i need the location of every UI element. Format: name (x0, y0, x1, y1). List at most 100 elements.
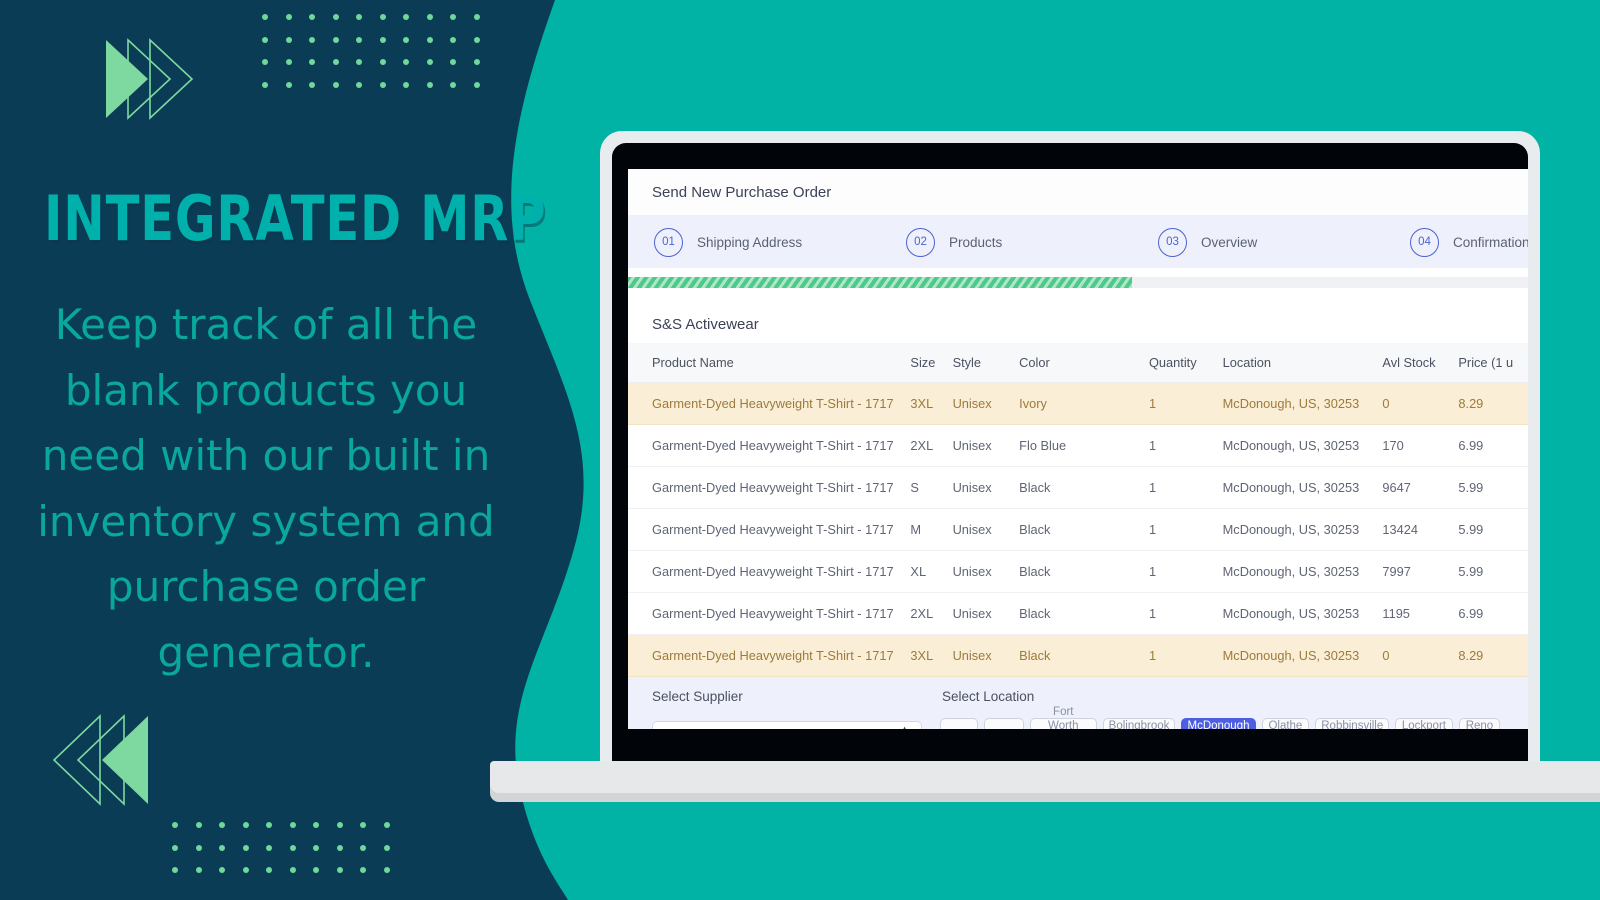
grid-dot (309, 59, 315, 65)
location-button[interactable]: Robbinsville965 (1315, 718, 1390, 729)
step-confirmation[interactable]: 04 Confirmation (1410, 227, 1528, 257)
promo-headline: Integrated MRP (44, 182, 547, 255)
location-button-group: 0 1006 Fort Worth1796 Bolingbrook0 McDonough… (940, 706, 1501, 729)
grid-dot (195, 844, 202, 851)
change-link[interactable]: Change (1522, 729, 1528, 730)
cell-size: XL (904, 550, 947, 593)
col-product-name: Product Name (628, 343, 905, 383)
grid-dot (450, 36, 456, 43)
location-button[interactable]: Fort Worth1796 (1029, 706, 1097, 729)
cell-price: 5.99 (1452, 550, 1528, 593)
cell-product-name: Garment-Dyed Heavyweight T-Shirt - 1717 (628, 382, 905, 425)
cell-style: Unisex (946, 634, 1014, 677)
grid-dot (289, 844, 296, 851)
table-row[interactable]: Garment-Dyed Heavyweight T-Shirt - 1717 2… (628, 424, 1528, 467)
cell-color: Black (1013, 508, 1143, 551)
cell-style: Unisex (946, 466, 1014, 509)
grid-dot (313, 822, 319, 828)
location-name: Olathe (1268, 720, 1303, 729)
grid-dot (242, 822, 249, 828)
selection-footer: Select Supplier Select Location S&S Acti… (628, 677, 1528, 729)
location-button[interactable]: Lockport0 (1395, 718, 1453, 729)
cell-quantity: 1 (1142, 382, 1217, 425)
grid-dot (473, 81, 480, 88)
grid-dot (309, 14, 315, 20)
table-header: Product Name Size Style Color Quantity L… (628, 343, 1528, 383)
grid-dot (379, 59, 386, 65)
grid-dot (403, 36, 409, 43)
location-button[interactable]: McDonough0 (1181, 718, 1256, 729)
grid-dot (262, 59, 268, 65)
location-button[interactable]: Olathe248 (1261, 718, 1310, 729)
wizard-stepper: 01 Shipping Address 02 Products 03 Overv… (628, 216, 1528, 268)
col-size: Size (904, 343, 947, 383)
cell-location: McDonough, US, 30253 (1216, 634, 1377, 677)
cell-size: M (904, 508, 947, 551)
table-row[interactable]: Garment-Dyed Heavyweight T-Shirt - 1717 M… (628, 508, 1528, 551)
progress-bar-wrapper (628, 268, 1528, 296)
location-button[interactable]: 0 (940, 718, 978, 729)
table-row[interactable]: Garment-Dyed Heavyweight T-Shirt - 1717 X… (628, 550, 1528, 593)
cell-product-name: Garment-Dyed Heavyweight T-Shirt - 1717 (628, 466, 905, 509)
cell-avl-stock: 1195 (1376, 592, 1453, 635)
cell-color: Black (1013, 466, 1143, 509)
laptop-base (490, 761, 1600, 793)
grid-dot (336, 822, 343, 828)
cell-color: Ivory (1013, 382, 1143, 425)
cell-color: Black (1013, 592, 1143, 635)
step-products[interactable]: 02 Products (906, 227, 1158, 257)
table-row[interactable]: Garment-Dyed Heavyweight T-Shirt - 1717 3… (628, 382, 1528, 425)
cell-style: Unisex (946, 550, 1014, 593)
location-button[interactable]: Reno1427 (1458, 718, 1501, 729)
grid-dot (266, 844, 272, 851)
grid-dot (450, 81, 456, 88)
grid-dot (473, 36, 480, 43)
grid-dot (219, 822, 225, 828)
cell-size: 3XL (904, 634, 947, 677)
footer-controls: S&S Activewear ▲▼ 0 1006 Fort Worth1796 Bol… (628, 706, 1528, 730)
location-name: Reno (1465, 720, 1494, 729)
cell-price: 6.99 (1452, 592, 1528, 635)
cell-avl-stock: 9647 (1376, 466, 1453, 509)
cell-size: 2XL (904, 424, 947, 467)
location-button[interactable]: 1006 (984, 718, 1024, 729)
step-overview[interactable]: 03 Overview (1158, 227, 1410, 257)
grid-dot (262, 81, 268, 88)
cell-color: Black (1013, 634, 1143, 677)
select-supplier-label: Select Supplier (652, 689, 743, 704)
grid-dot (285, 14, 292, 20)
cell-quantity: 1 (1142, 424, 1217, 467)
grid-dot (195, 867, 202, 873)
grid-dot (450, 14, 456, 20)
cell-size: S (904, 466, 947, 509)
cell-avl-stock: 13424 (1376, 508, 1453, 551)
cell-avl-stock: 170 (1376, 424, 1453, 467)
grid-dot (289, 867, 296, 873)
grid-dot (426, 36, 433, 43)
cell-location: McDonough, US, 30253 (1216, 424, 1377, 467)
grid-dot (336, 844, 343, 851)
cell-size: 3XL (904, 382, 947, 425)
grid-dot (360, 844, 366, 851)
step-number: 04 (1410, 227, 1439, 257)
table-row[interactable]: Garment-Dyed Heavyweight T-Shirt - 1717 S… (628, 466, 1528, 509)
supplier-section-title: S&S Activewear (652, 316, 759, 333)
location-button[interactable]: Bolingbrook0 (1102, 718, 1176, 729)
step-shipping-address[interactable]: 01 Shipping Address (654, 227, 906, 257)
grid-dot (172, 867, 178, 873)
laptop-mockup: Send New Purchase Order 01 Shipping Addr… (490, 131, 1600, 793)
table-row[interactable]: Garment-Dyed Heavyweight T-Shirt - 1717 2… (628, 592, 1528, 635)
grid-dot (172, 822, 178, 828)
supplier-select[interactable]: S&S Activewear (652, 721, 922, 729)
grid-dot (285, 81, 292, 88)
cell-quantity: 1 (1142, 634, 1217, 677)
grid-dot (332, 36, 339, 43)
grid-dot (313, 867, 319, 873)
grid-dot (473, 14, 480, 20)
table-row[interactable]: Garment-Dyed Heavyweight T-Shirt - 1717 3… (628, 634, 1528, 677)
step-number: 03 (1158, 227, 1187, 257)
grid-dot (242, 867, 249, 873)
col-color: Color (1013, 343, 1143, 383)
cell-avl-stock: 0 (1376, 382, 1453, 425)
grid-dot (356, 36, 362, 43)
